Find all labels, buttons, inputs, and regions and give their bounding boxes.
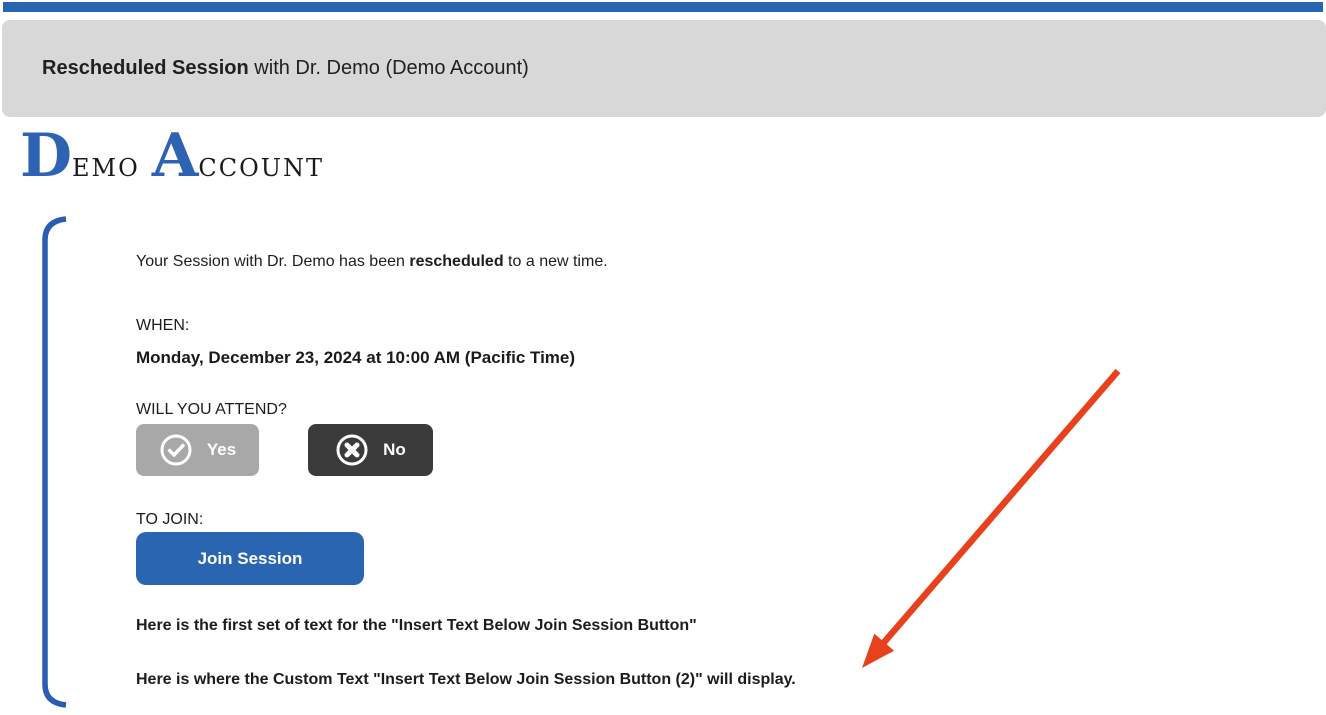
x-circle-icon bbox=[335, 433, 369, 467]
intro-bold: rescheduled bbox=[409, 253, 503, 270]
left-quote-border bbox=[40, 216, 74, 708]
to-join-label: TO JOIN: bbox=[136, 511, 203, 529]
join-session-button[interactable]: Join Session bbox=[136, 532, 364, 585]
red-arrow-line bbox=[880, 371, 1118, 647]
no-button[interactable]: No bbox=[308, 424, 433, 476]
red-arrow-head bbox=[862, 634, 894, 668]
subject-title-bold: Rescheduled Session bbox=[42, 57, 249, 80]
join-session-button-label: Join Session bbox=[198, 549, 303, 569]
no-button-label: No bbox=[383, 440, 406, 460]
intro-prefix: Your Session with Dr. Demo has been bbox=[136, 253, 409, 270]
check-circle-icon bbox=[159, 433, 193, 467]
yes-button-label: Yes bbox=[207, 440, 236, 460]
top-accent-bar bbox=[3, 2, 1323, 12]
custom-text-below-button-1: Here is the first set of text for the "I… bbox=[136, 617, 697, 635]
logo-small-d: EMO bbox=[72, 154, 140, 182]
session-datetime: Monday, December 23, 2024 at 10:00 AM (P… bbox=[136, 348, 575, 368]
custom-text-below-button-2: Here is where the Custom Text "Insert Te… bbox=[136, 671, 796, 689]
email-subject-header: Rescheduled Session with Dr. Demo (Demo … bbox=[2, 20, 1326, 117]
logo-initial-d: D bbox=[20, 121, 72, 191]
subject-title-rest: with Dr. Demo (Demo Account) bbox=[249, 57, 529, 80]
intro-text: Your Session with Dr. Demo has been resc… bbox=[136, 253, 608, 271]
intro-suffix: to a new time. bbox=[504, 253, 608, 270]
logo-small-a: CCOUNT bbox=[198, 154, 324, 182]
attend-label: WILL YOU ATTEND? bbox=[136, 401, 287, 419]
yes-button[interactable]: Yes bbox=[136, 424, 259, 476]
logo-initial-a: A bbox=[152, 121, 199, 191]
red-arrow-annotation bbox=[840, 360, 1140, 680]
demo-account-logo: DEMOACCOUNT bbox=[20, 126, 324, 186]
when-label: WHEN: bbox=[136, 317, 189, 335]
